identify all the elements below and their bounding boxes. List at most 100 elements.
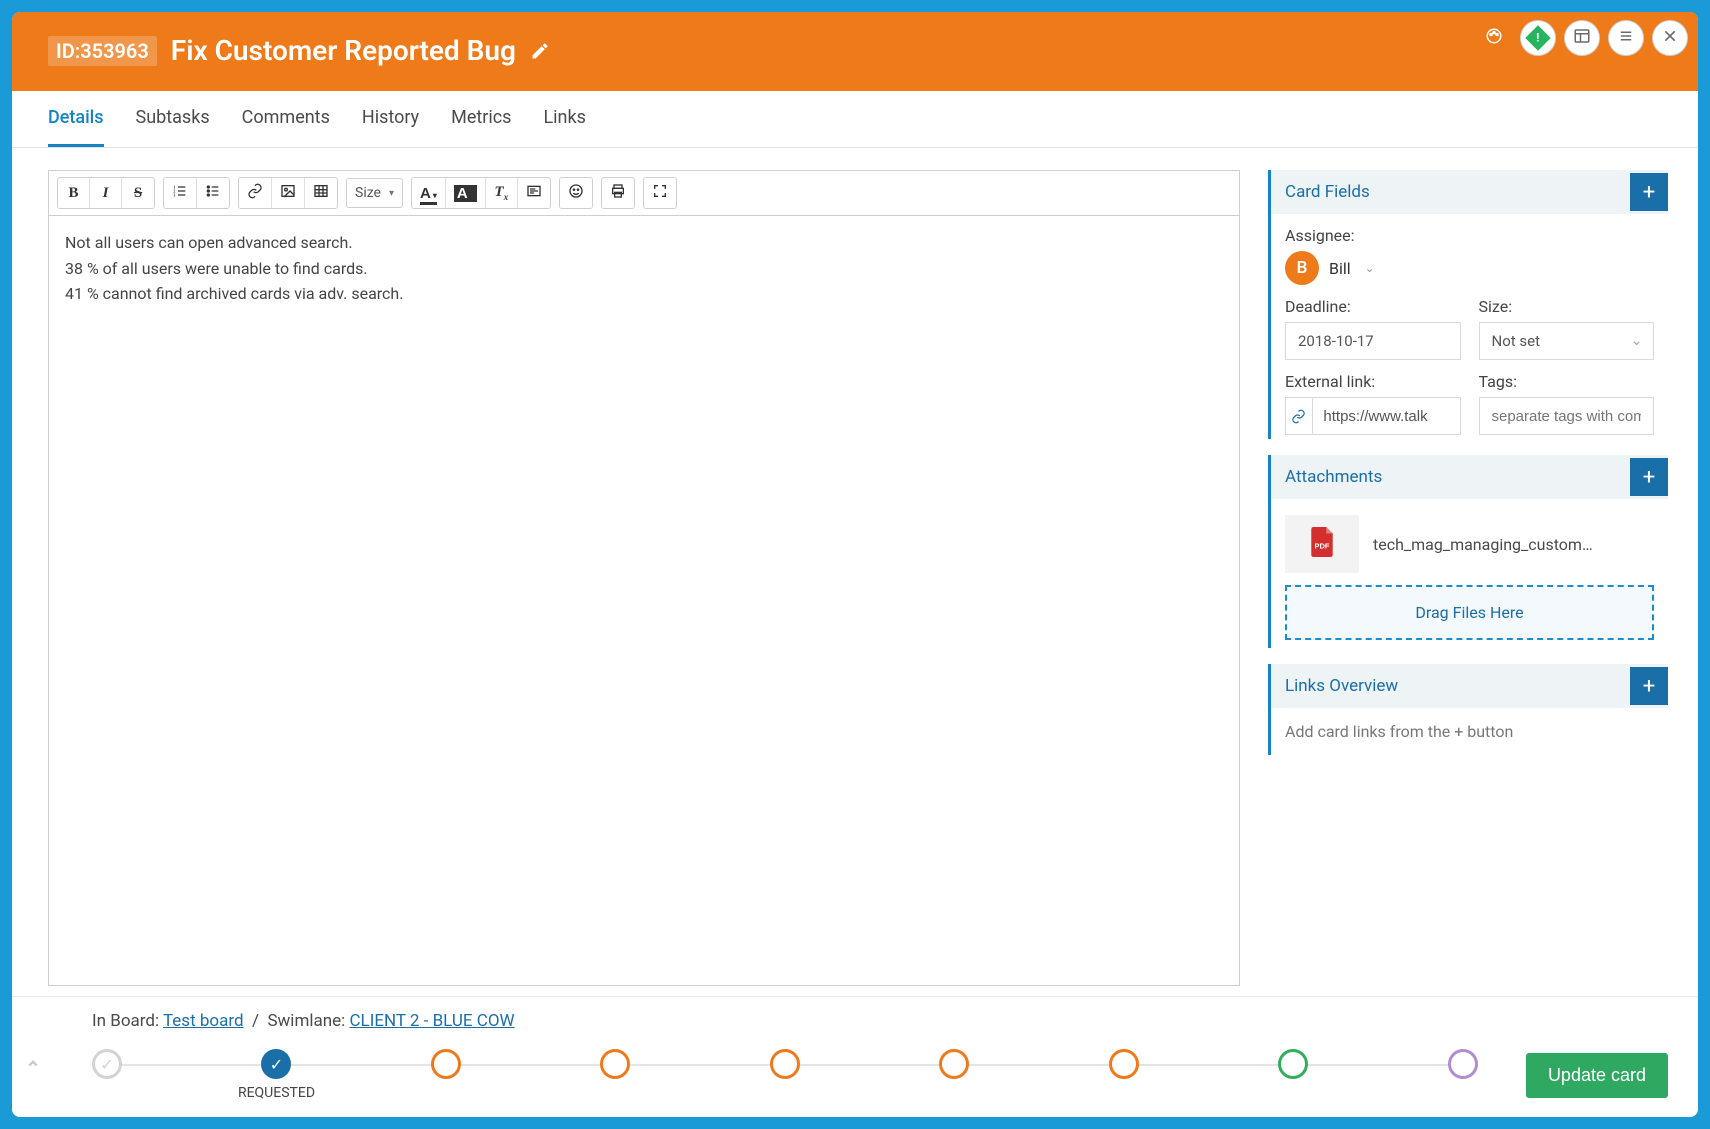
right-sidebar: Card Fields + Assignee: B Bill ⌄ Deadlin…	[1268, 170, 1668, 986]
header-bar: ID:353963 Fix Customer Reported Bug	[12, 12, 1698, 91]
deadline-label: Deadline:	[1285, 297, 1461, 316]
attachments-add-button[interactable]: +	[1630, 458, 1668, 496]
attachments-section: Attachments + PDF tech_mag_managing_cust…	[1268, 455, 1668, 648]
assignee-select[interactable]: B Bill ⌄	[1285, 251, 1654, 285]
plus-icon: +	[1643, 465, 1655, 490]
layout-button[interactable]	[1564, 20, 1600, 56]
tags-input[interactable]	[1479, 397, 1655, 435]
crumb-separator: /	[252, 1011, 259, 1031]
collapse-footer-button[interactable]	[24, 1055, 42, 1077]
font-size-select[interactable]: Size	[346, 178, 403, 208]
code-block-icon	[526, 183, 542, 204]
avatar: B	[1285, 251, 1319, 285]
tab-bar: Details Subtasks Comments History Metric…	[12, 91, 1698, 148]
palette-icon	[1485, 27, 1503, 49]
image-button[interactable]	[272, 178, 305, 208]
image-icon	[280, 183, 296, 204]
alert-button[interactable]	[1520, 20, 1556, 56]
step-requested[interactable]: ✓	[261, 1049, 291, 1079]
card-fields-section: Card Fields + Assignee: B Bill ⌄ Deadlin…	[1268, 170, 1668, 439]
assignee-name: Bill	[1329, 259, 1351, 278]
svg-text:3: 3	[173, 192, 175, 197]
table-icon	[313, 183, 329, 204]
card-modal: ID:353963 Fix Customer Reported Bug Deta…	[12, 12, 1698, 1117]
links-overview-section: Links Overview + Add card links from the…	[1268, 664, 1668, 755]
clear-format-button[interactable]: Tx	[486, 178, 518, 208]
palette-button[interactable]	[1476, 20, 1512, 56]
step-4[interactable]	[600, 1049, 630, 1079]
smile-icon	[568, 183, 584, 204]
file-dropzone[interactable]: Drag Files Here	[1285, 585, 1654, 640]
external-link-field[interactable]	[1323, 408, 1447, 425]
bullet-list-icon	[205, 183, 221, 204]
step-9[interactable]	[1448, 1049, 1478, 1079]
step-previous[interactable]: ✓	[92, 1049, 122, 1079]
external-link-input[interactable]	[1285, 397, 1461, 435]
size-select[interactable]: Not set	[1479, 322, 1655, 360]
close-button[interactable]	[1652, 20, 1688, 56]
card-id-chip: ID:353963	[48, 36, 157, 66]
link-button[interactable]	[239, 178, 272, 208]
text-color-button[interactable]: A▾	[412, 178, 446, 208]
step-5[interactable]	[770, 1049, 800, 1079]
tags-label: Tags:	[1479, 372, 1655, 391]
tab-details[interactable]: Details	[48, 91, 104, 147]
bg-color-icon: A▾	[454, 185, 477, 202]
link-icon	[247, 183, 263, 204]
menu-button[interactable]	[1608, 20, 1644, 56]
print-icon	[610, 183, 626, 204]
step-7[interactable]	[1109, 1049, 1139, 1079]
fullscreen-button[interactable]	[644, 178, 676, 208]
font-size-label: Size	[355, 185, 381, 201]
attachments-title: Attachments	[1285, 467, 1382, 487]
plus-icon: +	[1643, 674, 1655, 699]
link-prefix-icon	[1285, 398, 1313, 434]
in-board-label: In Board:	[92, 1011, 159, 1031]
step-6[interactable]	[939, 1049, 969, 1079]
update-card-button[interactable]: Update card	[1526, 1053, 1668, 1098]
bold-button[interactable]: B	[58, 178, 90, 208]
bullet-list-button[interactable]	[197, 178, 229, 208]
assignee-label: Assignee:	[1285, 226, 1654, 245]
swimlane-label: Swimlane:	[267, 1011, 345, 1031]
editor-panel: B I S 123 Size A▾ A▾ Tx	[48, 170, 1240, 986]
workflow-stepper: ✓ ✓ REQUESTED Update card	[42, 1043, 1668, 1101]
links-empty-hint: Add card links from the + button	[1271, 708, 1668, 755]
size-value: Not set	[1492, 332, 1541, 350]
table-button[interactable]	[305, 178, 337, 208]
code-block-button[interactable]	[518, 178, 550, 208]
attachment-filename: tech_mag_managing_custom…	[1373, 535, 1654, 554]
tab-history[interactable]: History	[362, 91, 419, 147]
editor-textarea[interactable]: Not all users can open advanced search. …	[48, 215, 1240, 986]
bg-color-button[interactable]: A▾	[446, 178, 486, 208]
strike-button[interactable]: S	[122, 178, 154, 208]
pdf-icon: PDF	[1309, 527, 1335, 561]
tab-links[interactable]: Links	[543, 91, 585, 147]
size-label: Size:	[1479, 297, 1655, 316]
links-add-button[interactable]: +	[1630, 667, 1668, 705]
board-link[interactable]: Test board	[163, 1011, 244, 1031]
clear-format-icon: Tx	[494, 184, 508, 202]
step-8[interactable]	[1278, 1049, 1308, 1079]
print-button[interactable]	[602, 178, 634, 208]
editor-toolbar: B I S 123 Size A▾ A▾ Tx	[48, 170, 1240, 215]
step-requested-label: REQUESTED	[238, 1085, 315, 1101]
tab-subtasks[interactable]: Subtasks	[136, 91, 210, 147]
top-icon-bar	[1476, 20, 1688, 56]
edit-title-button[interactable]	[530, 41, 550, 61]
card-fields-add-button[interactable]: +	[1630, 173, 1668, 211]
card-fields-title: Card Fields	[1285, 182, 1370, 202]
tab-comments[interactable]: Comments	[242, 91, 330, 147]
emoji-button[interactable]	[560, 178, 592, 208]
deadline-input[interactable]: 2018-10-17	[1285, 322, 1461, 360]
italic-button[interactable]: I	[90, 178, 122, 208]
number-list-button[interactable]: 123	[164, 178, 197, 208]
breadcrumb: In Board: Test board / Swimlane: CLIENT …	[42, 997, 1668, 1043]
swimlane-link[interactable]: CLIENT 2 - BLUE COW	[349, 1011, 514, 1031]
links-overview-title: Links Overview	[1285, 676, 1398, 696]
attachment-item[interactable]: PDF tech_mag_managing_custom…	[1285, 511, 1654, 585]
tab-metrics[interactable]: Metrics	[451, 91, 511, 147]
plus-icon: +	[1643, 180, 1655, 205]
step-3[interactable]	[431, 1049, 461, 1079]
tags-field[interactable]	[1492, 408, 1642, 425]
